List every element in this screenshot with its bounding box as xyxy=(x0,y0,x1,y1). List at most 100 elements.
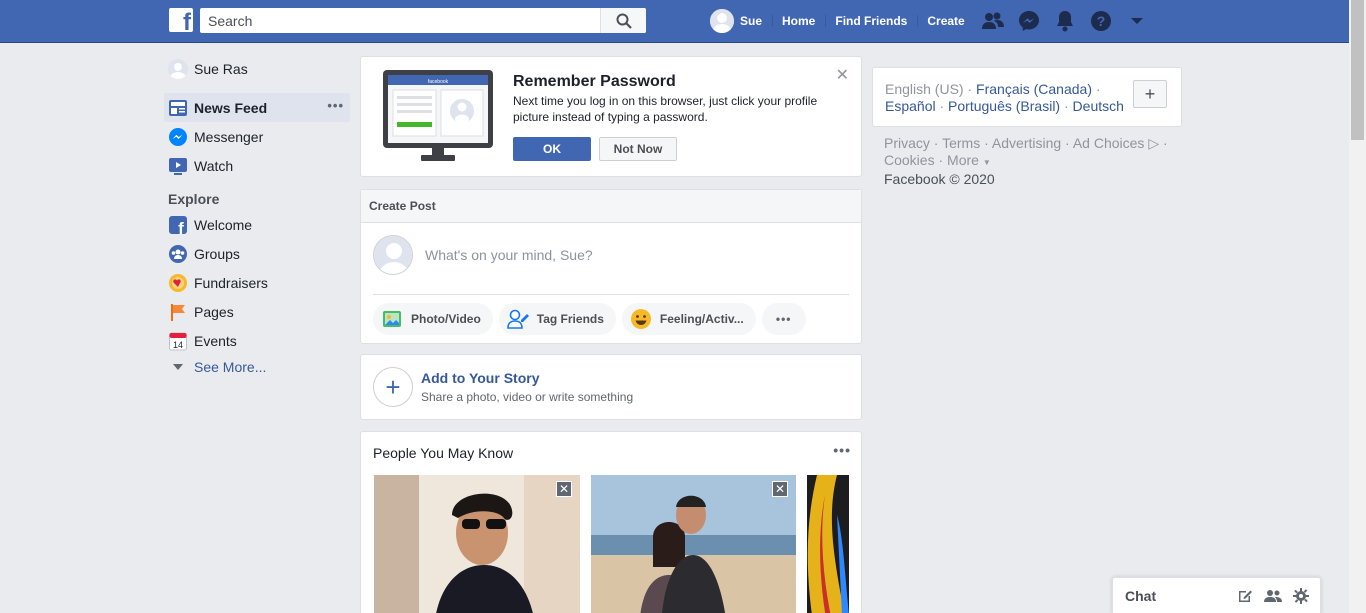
sidebar-item-label: Messenger xyxy=(194,128,264,145)
current-language: English (US) xyxy=(885,81,964,97)
feeling-activity-button[interactable]: Feeling/Activ... xyxy=(621,303,756,335)
watch-icon xyxy=(168,156,188,176)
person-photo xyxy=(374,475,580,613)
help-icon[interactable]: ? xyxy=(1083,0,1119,42)
search-input[interactable] xyxy=(200,8,600,33)
fundraisers-icon xyxy=(168,273,188,293)
add-story-title: Add to Your Story xyxy=(421,370,540,386)
footer-link[interactable]: Privacy xyxy=(884,135,930,151)
create-post-heading[interactable]: Create Post xyxy=(361,190,861,223)
svg-text:?: ? xyxy=(1096,13,1105,29)
person-card[interactable]: ✕ xyxy=(374,475,580,613)
avatar xyxy=(168,59,188,79)
sidebar-item-events[interactable]: 14 Events xyxy=(164,326,350,355)
footer-link[interactable]: Cookies xyxy=(884,152,935,168)
account-menu-chevron-down-icon[interactable] xyxy=(1119,0,1155,42)
sidebar-item-messenger[interactable]: Messenger xyxy=(164,122,350,151)
flag-icon xyxy=(168,302,188,322)
sidebar-item-news-feed[interactable]: News Feed ••• xyxy=(164,93,350,122)
sidebar-item-label: Watch xyxy=(194,157,234,174)
more-options-icon[interactable]: ••• xyxy=(833,443,851,457)
person-photo xyxy=(807,475,849,613)
ok-button[interactable]: OK xyxy=(513,137,591,161)
ad-choices-icon: ▷ xyxy=(1148,135,1160,151)
remember-password-title: Remember Password xyxy=(513,73,676,90)
see-more-link[interactable]: See More... xyxy=(164,355,350,379)
sidebar-item-label: Fundraisers xyxy=(194,274,268,291)
page-scrollbar[interactable] xyxy=(1349,0,1366,613)
language-card: English (US) · Français (Canada) · Españ… xyxy=(872,67,1182,127)
search-button[interactable] xyxy=(600,8,646,33)
footer-link[interactable]: More xyxy=(947,152,979,168)
nav-home[interactable]: Home xyxy=(772,9,825,33)
footer-link[interactable]: Advertising xyxy=(992,135,1061,151)
new-message-edit-icon[interactable] xyxy=(1236,587,1254,605)
feeling-activity-label: Feeling/Activ... xyxy=(659,312,744,326)
sidebar-item-label: Pages xyxy=(194,303,234,320)
sidebar-item-profile[interactable]: Sue Ras xyxy=(164,56,350,82)
new-group-icon[interactable] xyxy=(1264,587,1282,605)
person-card[interactable] xyxy=(807,475,849,613)
messenger-nav-icon[interactable] xyxy=(1011,0,1047,42)
add-to-story-card[interactable]: + Add to Your Story Share a photo, video… xyxy=(360,354,862,420)
person-card[interactable]: ✕ xyxy=(591,475,796,613)
facebook-logo-icon[interactable]: f xyxy=(169,8,193,32)
footer-link[interactable]: Terms xyxy=(942,135,980,151)
nav-find-friends[interactable]: Find Friends xyxy=(825,9,917,33)
sidebar-item-watch[interactable]: Watch xyxy=(164,151,350,180)
language-link[interactable]: Español xyxy=(885,98,936,114)
svg-text:f: f xyxy=(178,219,184,235)
sidebar-item-label: Welcome xyxy=(194,216,253,233)
dismiss-close-icon[interactable]: ✕ xyxy=(556,481,572,497)
chat-bar[interactable]: Chat xyxy=(1112,577,1321,613)
friend-requests-icon[interactable] xyxy=(975,0,1011,42)
news-feed-icon xyxy=(168,98,188,118)
explore-heading: Explore xyxy=(168,191,220,207)
chevron-down-icon xyxy=(168,357,188,377)
post-actions: Photo/Video Tag Friends Feeling/Activ...… xyxy=(373,303,806,335)
illustration-brand-text: facebook xyxy=(428,79,449,85)
sidebar-item-pages[interactable]: Pages xyxy=(164,297,350,326)
search-box xyxy=(200,8,646,33)
sidebar-item-fundraisers[interactable]: Fundraisers xyxy=(164,268,350,297)
sidebar-item-welcome[interactable]: f Welcome xyxy=(164,210,350,239)
footer: Privacy · Terms · Advertising · Ad Choic… xyxy=(884,135,1168,187)
pymk-title: People You May Know xyxy=(373,445,514,461)
close-icon[interactable]: ✕ xyxy=(836,65,849,85)
more-options-icon[interactable]: ••• xyxy=(327,99,344,112)
tag-friends-icon xyxy=(506,308,529,330)
facebook-icon: f xyxy=(168,215,188,235)
tag-friends-label: Tag Friends xyxy=(536,312,604,326)
not-now-button[interactable]: Not Now xyxy=(599,137,677,161)
people-you-may-know-card: People You May Know ••• ✕ ✕ xyxy=(360,431,862,613)
chevron-down-icon: ▼ xyxy=(982,158,991,167)
language-link[interactable]: Deutsch xyxy=(1073,98,1124,114)
dismiss-close-icon[interactable]: ✕ xyxy=(772,481,788,497)
sidebar-item-groups[interactable]: Groups xyxy=(164,239,350,268)
footer-link[interactable]: Ad Choices xyxy=(1073,135,1145,151)
top-nav: Sue Home Find Friends Create ? xyxy=(700,0,1155,42)
computer-illustration: facebook xyxy=(383,70,493,167)
language-link[interactable]: Français (Canada) xyxy=(976,81,1092,97)
copyright: Facebook © 2020 xyxy=(884,171,995,187)
scrollbar-thumb[interactable] xyxy=(1351,0,1364,140)
tag-friends-button[interactable]: Tag Friends xyxy=(498,303,616,335)
add-language-button[interactable]: + xyxy=(1133,80,1167,108)
notifications-bell-icon[interactable] xyxy=(1047,0,1083,42)
nav-profile[interactable]: Sue xyxy=(700,9,772,33)
add-story-subtitle: Share a photo, video or write something xyxy=(421,390,634,404)
see-more-label: See More... xyxy=(194,359,267,375)
calendar-day: 14 xyxy=(173,340,183,350)
language-link[interactable]: Português (Brasil) xyxy=(948,98,1060,114)
person-photo xyxy=(591,475,796,613)
messenger-icon xyxy=(168,127,188,147)
nav-create[interactable]: Create xyxy=(917,9,974,33)
photo-video-button[interactable]: Photo/Video xyxy=(373,303,493,335)
more-options-button[interactable]: ••• xyxy=(761,303,806,335)
chat-settings-gear-icon[interactable] xyxy=(1292,587,1310,605)
sidebar-item-label: Sue Ras xyxy=(194,61,248,77)
avatar xyxy=(710,9,734,33)
post-composer-input[interactable]: What's on your mind, Sue? xyxy=(425,247,593,263)
language-list: English (US) · Français (Canada) · Españ… xyxy=(885,81,1124,114)
remember-password-text: Next time you log in on this browser, ju… xyxy=(513,94,818,124)
